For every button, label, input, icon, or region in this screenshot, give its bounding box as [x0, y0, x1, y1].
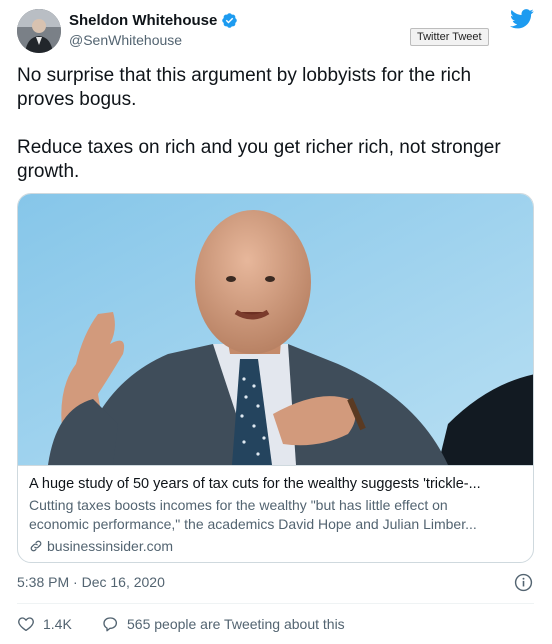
author-handle[interactable]: @SenWhitehouse	[69, 32, 182, 48]
like-button[interactable]: 1.4K	[17, 615, 72, 633]
tweet-text: No surprise that this argument by lobbyi…	[17, 64, 532, 208]
link-domain[interactable]: businessinsider.com	[29, 537, 173, 555]
tweeting-about-button[interactable]: 565 people are Tweeting about this	[101, 615, 345, 633]
tweet-paragraph-2: Reduce taxes on rich and you get richer …	[17, 137, 501, 182]
link-preview-info[interactable]: A huge study of 50 years of tax cuts for…	[18, 465, 533, 562]
link-description: Cutting taxes boosts incomes for the wea…	[29, 496, 525, 534]
twitter-bird-icon[interactable]	[510, 9, 534, 29]
tweeting-about-text[interactable]: 565 people are Tweeting about this	[127, 616, 345, 632]
link-preview-image[interactable]	[18, 194, 533, 465]
link-preview-card[interactable]: A huge study of 50 years of tax cuts for…	[17, 193, 534, 563]
author-name[interactable]: Sheldon Whitehouse	[69, 12, 217, 29]
link-description-line-1: Cutting taxes boosts incomes for the wea…	[29, 497, 448, 513]
avatar[interactable]	[17, 9, 61, 53]
tweet-paragraph-1: No surprise that this argument by lobbyi…	[17, 65, 472, 110]
link-icon	[30, 540, 42, 552]
divider	[17, 603, 534, 604]
author-name-row[interactable]: Sheldon Whitehouse	[69, 12, 238, 29]
embedded-tweet: Sheldon Whitehouse @SenWhitehouse Twitte…	[0, 0, 552, 644]
tooltip: Twitter Tweet	[410, 28, 489, 46]
speech-bubble-icon	[103, 617, 118, 632]
like-count[interactable]: 1.4K	[43, 616, 72, 632]
verified-badge-icon	[222, 13, 238, 28]
link-title[interactable]: A huge study of 50 years of tax cuts for…	[29, 475, 525, 494]
link-domain-text[interactable]: businessinsider.com	[47, 537, 173, 555]
link-description-line-2: economic performance," the academics Dav…	[29, 516, 477, 532]
tweet-timestamp[interactable]: 5:38 PM · Dec 16, 2020	[17, 574, 165, 590]
heart-icon	[18, 617, 34, 632]
info-icon[interactable]	[514, 573, 533, 592]
